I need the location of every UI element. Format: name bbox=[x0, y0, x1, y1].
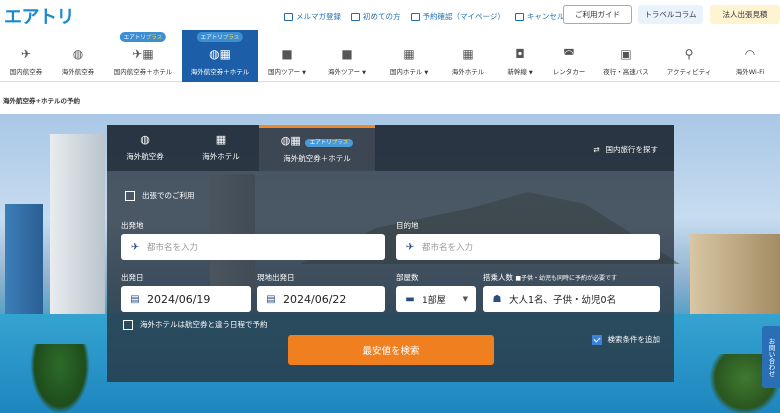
guests-input[interactable]: ☗ 大人1名、子供・幼児0名 bbox=[483, 286, 660, 312]
nav-bus[interactable]: ▣ 夜行・高速バス bbox=[594, 30, 658, 82]
chevron-down-icon: ▼ bbox=[528, 70, 533, 76]
local-depart-date-input[interactable]: ▤ 2024/06/22 bbox=[257, 286, 385, 312]
guests-note: ■子供・幼児も同時に予約が必要です bbox=[515, 275, 618, 282]
beginner-icon bbox=[351, 12, 360, 21]
chevron-down-icon: ▼ bbox=[424, 70, 429, 76]
hero-building bbox=[690, 234, 780, 314]
calendar-icon: ▤ bbox=[130, 293, 140, 305]
origin-input[interactable]: ✈ 都市名を入力 bbox=[121, 234, 385, 260]
corporate-quote-button[interactable]: 法人出張見積 bbox=[710, 5, 780, 24]
plane-hotel-icon: ✈▦ bbox=[132, 47, 154, 61]
rooms-label: 部屋数 bbox=[396, 273, 419, 282]
nav-rental-car[interactable]: ◚ レンタカー bbox=[544, 30, 594, 82]
nav-overseas-flight-hotel[interactable]: エアトリプラス ◍▦ 海外航空券＋ホテル bbox=[182, 30, 258, 82]
nav-domestic-flight-hotel[interactable]: エアトリプラス ✈▦ 国内航空券＋ホテル bbox=[104, 30, 182, 82]
nav-wifi[interactable]: ◠ 海外Wi-Fi bbox=[720, 30, 780, 82]
wifi-icon: ◠ bbox=[744, 47, 756, 61]
depart-date-label: 出発日 bbox=[121, 273, 144, 282]
building-icon: ▦ bbox=[403, 47, 415, 61]
nav-overseas-flights[interactable]: ◍ 海外航空券 bbox=[52, 30, 104, 82]
swap-arrows-icon: ⇄ bbox=[593, 145, 600, 154]
inquiry-tab[interactable]: お問い合わせ bbox=[762, 326, 780, 388]
domestic-travel-link[interactable]: ⇄ 国内旅行を探す bbox=[593, 144, 658, 155]
tab-overseas-flight-hotel[interactable]: ◍▦ エアトリプラス 海外航空券＋ホテル bbox=[259, 125, 375, 171]
landing-icon: ✈ bbox=[405, 241, 415, 253]
takeoff-icon: ✈ bbox=[130, 241, 140, 253]
top-bar: エアトリ メルマガ登録 初めての方 予約確認（マイページ） キャンセル受付 ご利… bbox=[0, 0, 780, 30]
breadcrumb: 海外航空券+ホテルの予約 bbox=[3, 97, 80, 105]
mail-icon bbox=[284, 12, 293, 21]
plus-badge: エアトリプラス bbox=[119, 32, 167, 42]
building-icon: ▦ bbox=[462, 47, 474, 61]
tab-overseas-flights[interactable]: ◍ 海外航空券 bbox=[107, 125, 183, 171]
building-icon: ▦ bbox=[215, 133, 227, 146]
train-icon: ◘ bbox=[515, 47, 525, 61]
local-depart-date-label: 現地出発日 bbox=[257, 273, 295, 282]
globe-hotel-icon: ◍▦ エアトリプラス bbox=[281, 135, 354, 148]
search-form: 出張でのご利用 出発地 ✈ 都市名を入力 目的地 ✈ 都市名を入力 出発日 ▤ 202… bbox=[107, 171, 674, 382]
service-nav: ✈ 国内航空券 ◍ 海外航空券 エアトリプラス ✈▦ 国内航空券＋ホテル エアトリプラス… bbox=[0, 30, 780, 82]
travel-column-button[interactable]: トラベルコラム bbox=[638, 5, 703, 24]
depart-date-input[interactable]: ▤ 2024/06/19 bbox=[121, 286, 251, 312]
calendar-icon: ▤ bbox=[266, 293, 276, 305]
plus-badge: エアトリプラス bbox=[304, 139, 354, 148]
business-trip-checkbox[interactable]: 出張でのご利用 bbox=[125, 190, 195, 201]
activity-icon: ⚲ bbox=[684, 47, 694, 61]
nav-overseas-tours[interactable]: ■ 海外ツアー ▼ bbox=[316, 30, 378, 82]
bed-icon: ▬ bbox=[405, 293, 415, 305]
chevron-down-icon: ▼ bbox=[302, 70, 306, 76]
nav-shinkansen[interactable]: ◘ 新幹線 ▼ bbox=[496, 30, 544, 82]
add-conditions-toggle[interactable]: 検索条件を追加 bbox=[591, 334, 660, 345]
globe-plane-icon: ◍ bbox=[72, 47, 84, 61]
guests-label: 搭乗人数 ■子供・幼児も同時に予約が必要です bbox=[483, 273, 618, 282]
destination-label: 目的地 bbox=[396, 221, 419, 230]
search-tabs: ◍ 海外航空券 ▦ 海外ホテル ◍▦ エアトリプラス 海外航空券＋ホテル ⇄ 国内旅行を探… bbox=[107, 125, 674, 171]
suitcase-icon: ■ bbox=[341, 47, 353, 61]
globe-plane-icon: ◍ bbox=[140, 133, 150, 146]
calendar-icon bbox=[410, 12, 420, 21]
different-dates-checkbox[interactable]: 海外ホテルは航空券と違う日程で予約 bbox=[123, 319, 268, 330]
chevron-down-icon: ▼ bbox=[362, 70, 366, 76]
search-lowest-price-button[interactable]: 最安値を検索 bbox=[288, 335, 494, 365]
nav-domestic-flights[interactable]: ✈ 国内航空券 bbox=[0, 30, 52, 82]
nav-overseas-hotels[interactable]: ▦ 海外ホテル bbox=[440, 30, 496, 82]
nav-domestic-tours[interactable]: ■ 国内ツアー ▼ bbox=[258, 30, 316, 82]
hero-palm bbox=[30, 344, 90, 413]
bus-icon: ▣ bbox=[620, 47, 632, 61]
car-icon: ◚ bbox=[563, 47, 575, 61]
globe-hotel-icon: ◍▦ bbox=[209, 47, 231, 61]
chevron-down-icon: ▼ bbox=[462, 295, 468, 303]
chevron-down-icon bbox=[591, 334, 602, 345]
suitcase-icon: ■ bbox=[281, 47, 293, 61]
site-logo[interactable]: エアトリ bbox=[4, 3, 75, 29]
destination-input[interactable]: ✈ 都市名を入力 bbox=[396, 234, 660, 260]
hero-building bbox=[50, 134, 105, 334]
tab-overseas-hotels[interactable]: ▦ 海外ホテル bbox=[183, 125, 259, 171]
calendar-x-icon bbox=[514, 12, 524, 21]
nav-domestic-hotels[interactable]: ▦ 国内ホテル ▼ bbox=[378, 30, 440, 82]
checkbox[interactable] bbox=[125, 190, 135, 201]
rooms-select[interactable]: ▬ 1部屋 ▼ bbox=[396, 286, 476, 312]
origin-label: 出発地 bbox=[121, 221, 144, 230]
reservation-check-link[interactable]: 予約確認（マイページ） bbox=[410, 11, 505, 22]
beginner-link[interactable]: 初めての方 bbox=[351, 11, 401, 22]
newsletter-link[interactable]: メルマガ登録 bbox=[284, 11, 341, 22]
plus-badge: エアトリプラス bbox=[196, 32, 244, 42]
plane-icon: ✈ bbox=[20, 47, 32, 61]
search-panel: ◍ 海外航空券 ▦ 海外ホテル ◍▦ エアトリプラス 海外航空券＋ホテル ⇄ 国内旅行を探… bbox=[107, 125, 674, 382]
guide-button[interactable]: ご利用ガイド bbox=[563, 5, 632, 24]
checkbox[interactable] bbox=[123, 319, 133, 330]
people-icon: ☗ bbox=[492, 293, 502, 305]
nav-activities[interactable]: ⚲ アクティビティ bbox=[658, 30, 720, 82]
top-links: メルマガ登録 初めての方 予約確認（マイページ） キャンセル受付 bbox=[284, 11, 579, 22]
